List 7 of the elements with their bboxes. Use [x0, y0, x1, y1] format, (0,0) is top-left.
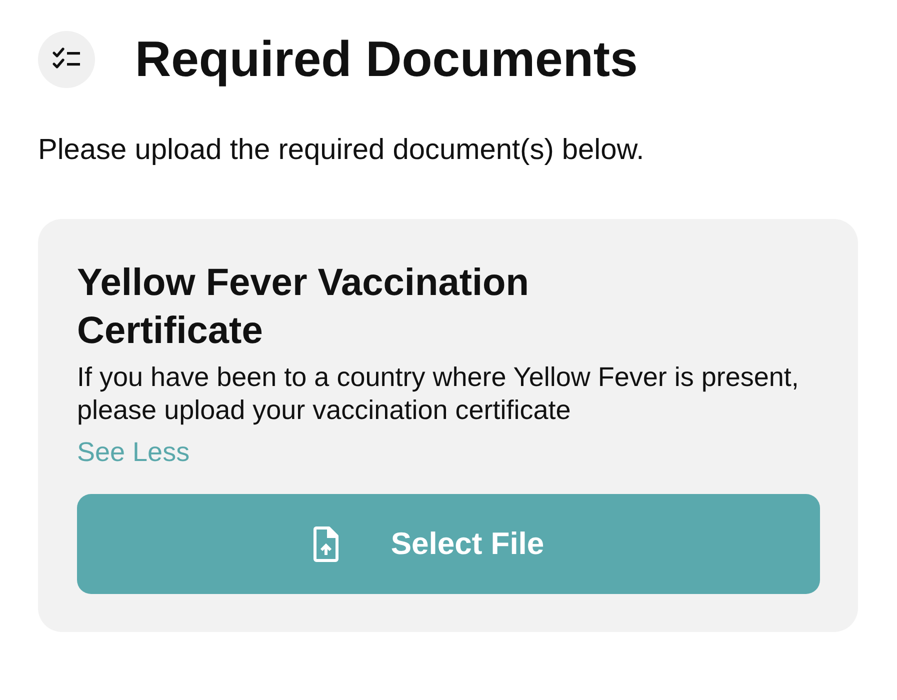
page-title: Required Documents — [135, 30, 638, 88]
see-less-link[interactable]: See Less — [77, 437, 190, 468]
select-file-button[interactable]: Select File — [77, 494, 820, 594]
document-description: If you have been to a country where Yellow Fever is present, please upload your vaccination certificate — [77, 361, 800, 427]
file-upload-icon — [312, 526, 339, 562]
document-title: Yellow Fever Vaccination Certificate — [77, 261, 530, 354]
intro-text: Please upload the required document(s) below. — [38, 134, 646, 167]
